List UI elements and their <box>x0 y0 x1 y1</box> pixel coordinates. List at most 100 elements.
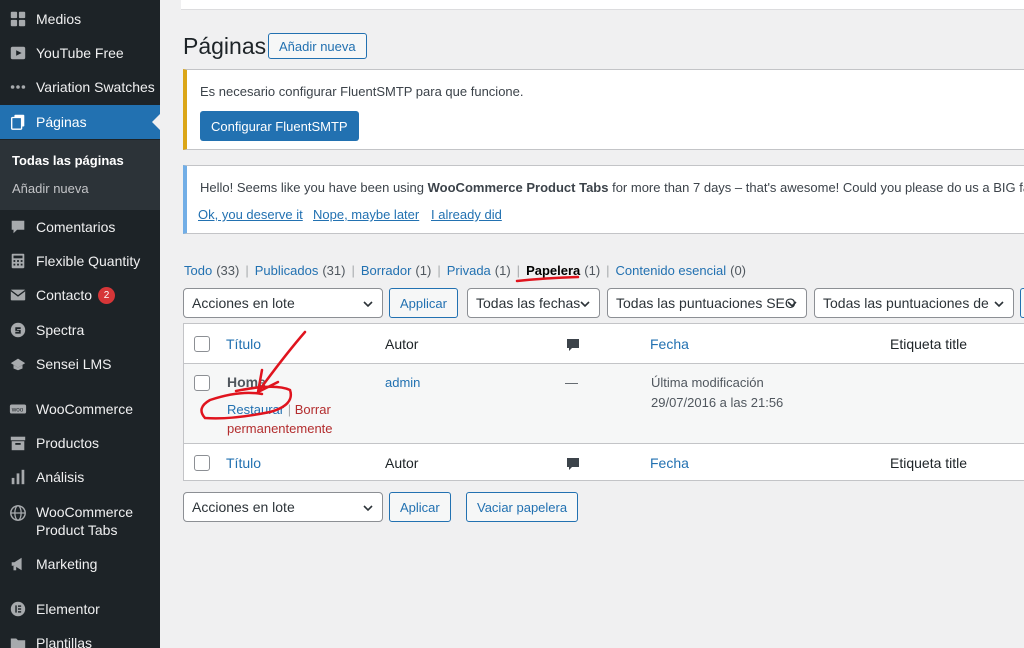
date-filter-select[interactable]: Todas las fechas <box>467 288 600 318</box>
sidebar-item-paginas[interactable]: Páginas <box>0 105 160 139</box>
sensei-icon <box>0 355 36 373</box>
column-title-footer[interactable]: Título <box>226 455 261 471</box>
smtp-notice: Es necesario configurar FluentSMTP para … <box>183 69 1024 150</box>
column-title[interactable]: Título <box>226 336 261 352</box>
smtp-notice-text: Es necesario configurar FluentSMTP para … <box>200 84 524 99</box>
woo-icon: woo <box>0 400 36 418</box>
column-date-footer[interactable]: Fecha <box>650 455 689 471</box>
column-date[interactable]: Fecha <box>650 336 689 352</box>
archive-icon <box>0 434 36 452</box>
sidebar-item-analisis[interactable]: Análisis <box>0 460 160 494</box>
comment-icon[interactable] <box>566 338 580 352</box>
sidebar-item-sensei-lms[interactable]: Sensei LMS <box>0 347 160 381</box>
view-separator: | <box>606 263 610 278</box>
row-actions: Restaurar | Borrar permanentemente <box>227 400 347 438</box>
sidebar-item-label: WooCommerce <box>36 401 133 417</box>
sidebar-item-label: Spectra <box>36 322 85 338</box>
readability-filter-value: Todas las puntuaciones de <box>823 295 989 311</box>
sidebar-item-label: Comentarios <box>36 219 116 235</box>
media-icon <box>0 10 36 28</box>
column-seo-title-footer: Etiqueta title <box>890 455 968 471</box>
row-author[interactable]: admin <box>385 375 420 390</box>
sidebar-item-productos[interactable]: Productos <box>0 426 160 460</box>
select-all-checkbox-bottom[interactable] <box>194 455 210 471</box>
view-count: (1) <box>494 263 511 278</box>
sidebar-item-spectra[interactable]: Spectra <box>0 313 160 347</box>
comment-icon[interactable] <box>566 457 580 471</box>
apply-button-top[interactable]: Applicar <box>389 288 458 318</box>
sidebar-item-variation-swatches[interactable]: Variation Swatches <box>0 70 160 104</box>
row-title: Home <box>227 374 266 390</box>
bulk-actions-select-bottom[interactable]: Acciones en lote <box>183 492 383 522</box>
view-draft[interactable]: Borrador <box>361 263 412 278</box>
review-later-link[interactable]: Nope, maybe later <box>313 207 419 222</box>
row-comments: — <box>565 375 578 390</box>
pages-submenu: Todas las páginas Añadir nueva <box>0 140 160 210</box>
apply-button-bottom[interactable]: Aplicar <box>389 492 451 522</box>
add-new-page-button[interactable]: Añadir nueva <box>268 33 367 59</box>
row-date-value: 29/07/2016 a las 21:56 <box>651 395 784 410</box>
row-checkbox[interactable] <box>194 375 210 391</box>
review-notice-text: Hello! Seems like you have been using Wo… <box>200 180 1024 195</box>
view-count: (33) <box>216 263 240 278</box>
sidebar-item-marketing[interactable]: Marketing <box>0 547 160 581</box>
chevron-down-icon <box>787 301 797 308</box>
view-separator: | <box>516 263 521 278</box>
dots-icon <box>0 78 36 96</box>
view-count: (1) <box>584 263 601 278</box>
review-done-link[interactable]: I already did <box>431 207 502 222</box>
empty-trash-button[interactable]: Vaciar papelera <box>466 492 579 522</box>
bulk-actions-select-top[interactable]: Acciones en lote <box>183 288 383 318</box>
sidebar-item-woocommerce-product-tabs[interactable]: WooCommerce Product Tabs <box>0 503 160 543</box>
globe-icon <box>0 503 36 522</box>
seo-score-filter-value: Todas las puntuaciones SEO <box>616 295 796 311</box>
sidebar-item-label: Contacto <box>36 287 93 303</box>
chevron-down-icon <box>580 301 590 308</box>
view-private[interactable]: Privada <box>447 263 491 278</box>
view-all[interactable]: Todo <box>184 263 212 278</box>
date-filter-value: Todas las fechas <box>476 295 581 311</box>
folder-icon <box>0 634 36 648</box>
select-all-checkbox[interactable] <box>194 336 210 352</box>
chevron-down-icon <box>363 301 373 308</box>
seo-score-filter-select[interactable]: Todas las puntuaciones SEO <box>607 288 807 318</box>
sidebar-item-flexible-quantity[interactable]: Flexible Quantity <box>0 244 160 278</box>
sidebar-item-medios[interactable]: Medios <box>0 2 160 36</box>
sidebar-item-label: Sensei LMS <box>36 356 112 372</box>
view-separator: | <box>351 263 355 278</box>
view-trash[interactable]: Papelera <box>526 263 580 278</box>
sidebar-item-youtube-free[interactable]: YouTube Free <box>0 36 160 70</box>
calculator-icon <box>0 252 36 270</box>
row-date-label: Última modificación <box>651 375 764 390</box>
top-panel-strip <box>181 0 1024 10</box>
sidebar-item-label: Marketing <box>36 556 98 572</box>
filter-button-partial[interactable] <box>1020 288 1024 318</box>
chevron-down-icon <box>363 505 373 512</box>
notification-badge: 2 <box>98 286 116 304</box>
restore-link[interactable]: Restaurar <box>227 402 284 417</box>
submenu-all-pages[interactable]: Todas las páginas <box>12 153 124 168</box>
status-views: Todo (33) | Publicados (31) | Borrador (1) … <box>184 263 746 278</box>
readability-filter-select[interactable]: Todas las puntuaciones de <box>814 288 1014 318</box>
review-suffix: for more than 7 days – that's awesome! C… <box>608 180 1024 195</box>
sidebar-item-plantillas[interactable]: Plantillas <box>0 626 160 648</box>
submenu-add-new[interactable]: Añadir nueva <box>12 181 89 196</box>
sidebar-item-label: WooCommerce Product Tabs <box>36 504 133 538</box>
review-prefix: Hello! Seems like you have been using <box>200 180 428 195</box>
pages-table: Título Autor Fecha Etiqueta title Home R… <box>183 323 1024 481</box>
youtube-icon <box>0 44 36 62</box>
view-count: (1) <box>415 263 432 278</box>
bulk-actions-value: Acciones en lote <box>192 295 295 311</box>
sidebar-item-comentarios[interactable]: Comentarios <box>0 210 160 244</box>
sidebar-item-label: Flexible Quantity <box>36 253 141 269</box>
column-author: Autor <box>385 336 419 352</box>
review-ok-link[interactable]: Ok, you deserve it <box>198 207 303 222</box>
view-count: (31) <box>322 263 346 278</box>
configure-smtp-button[interactable]: Configurar FluentSMTP <box>200 111 359 141</box>
sidebar-item-elementor[interactable]: Elementor <box>0 592 160 626</box>
view-essential-content[interactable]: Contenido esencial <box>616 263 727 278</box>
sidebar-item-label: Productos <box>36 435 100 451</box>
sidebar-item-contacto[interactable]: Contacto 2 <box>0 278 160 312</box>
sidebar-item-woocommerce[interactable]: woo WooCommerce <box>0 392 160 426</box>
view-published[interactable]: Publicados <box>255 263 319 278</box>
